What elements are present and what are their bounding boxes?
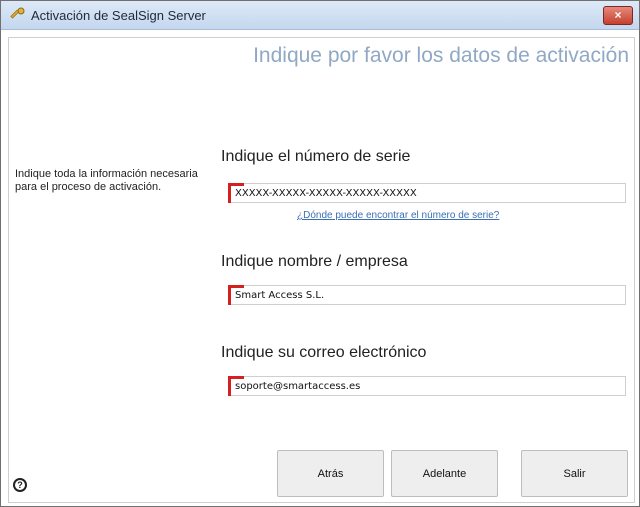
email-field-box[interactable] (228, 376, 626, 396)
email-input[interactable] (235, 378, 615, 394)
serial-number-input[interactable] (235, 185, 615, 201)
help-icon[interactable]: ? (13, 478, 27, 492)
serial-help-link[interactable]: ¿Dónde puede encontrar el número de seri… (297, 210, 499, 221)
key-icon (10, 7, 25, 19)
serial-label: Indique el número de serie (221, 148, 411, 165)
close-button[interactable]: × (603, 6, 633, 25)
name-field-box[interactable] (228, 285, 626, 305)
exit-button[interactable]: Salir (521, 450, 628, 497)
page-heading: Indique por favor los datos de activació… (253, 44, 629, 67)
name-company-input[interactable] (235, 287, 615, 303)
title-bar[interactable]: Activación de SealSign Server × (1, 1, 639, 30)
required-marker (228, 376, 231, 396)
required-marker (228, 285, 231, 305)
serial-field-box[interactable] (228, 183, 626, 203)
next-button[interactable]: Adelante (391, 450, 498, 497)
back-button[interactable]: Atrás (277, 450, 384, 497)
email-label: Indique su correo electrónico (221, 344, 427, 361)
sidebar-description: Indique toda la información necesaria pa… (15, 168, 198, 193)
window-title: Activación de SealSign Server (31, 8, 206, 23)
sidebar: Indique toda la información necesaria pa… (9, 38, 212, 502)
name-label: Indique nombre / empresa (221, 253, 408, 270)
activation-window: Activación de SealSign Server × Indique … (0, 0, 640, 507)
content-area: Indique toda la información necesaria pa… (8, 37, 635, 503)
required-marker (228, 183, 231, 203)
